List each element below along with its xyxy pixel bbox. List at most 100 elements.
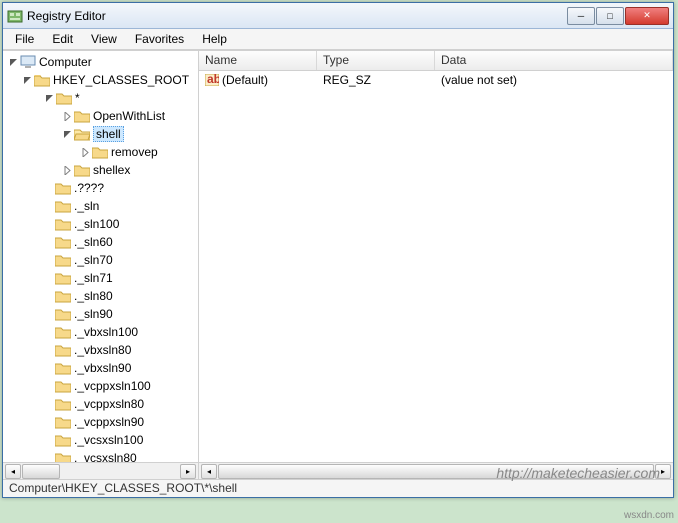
tree-label: ._vcsxsln80 — [74, 451, 137, 462]
window-controls: ─ □ ✕ — [567, 7, 669, 25]
tree-view[interactable]: Computer HKEY_CLASSES_ROOT * OpenWithLis… — [3, 51, 198, 462]
expand-icon[interactable] — [79, 146, 91, 158]
tree-label: ._vbxsln100 — [74, 325, 138, 339]
tree-node[interactable]: ._sln90 — [3, 305, 198, 323]
tree-node[interactable]: ._sln71 — [3, 269, 198, 287]
folder-icon — [92, 145, 108, 159]
col-type[interactable]: Type — [317, 51, 435, 70]
titlebar[interactable]: Registry Editor ─ □ ✕ — [3, 3, 673, 29]
col-name[interactable]: Name — [199, 51, 317, 70]
list-body[interactable]: ab(Default) REG_SZ (value not set) — [199, 71, 673, 462]
folder-icon — [74, 109, 90, 123]
window-title: Registry Editor — [27, 9, 567, 23]
status-bar: Computer\HKEY_CLASSES_ROOT\*\shell — [3, 479, 673, 497]
folder-icon — [55, 181, 71, 195]
tree-label: HKEY_CLASSES_ROOT — [53, 73, 189, 87]
collapse-icon[interactable] — [21, 74, 33, 86]
expand-icon[interactable] — [61, 110, 73, 122]
app-icon — [7, 8, 23, 24]
folder-icon — [55, 289, 71, 303]
tree-hscrollbar[interactable]: ◂ ▸ — [3, 462, 198, 479]
menu-help[interactable]: Help — [194, 30, 235, 48]
tree-node[interactable]: ._vcppxsln90 — [3, 413, 198, 431]
folder-icon — [55, 235, 71, 249]
menu-favorites[interactable]: Favorites — [127, 30, 192, 48]
scroll-left-button[interactable]: ◂ — [201, 464, 217, 479]
tree-label: .???? — [74, 181, 104, 195]
tree-node[interactable]: ._sln — [3, 197, 198, 215]
scroll-right-button[interactable]: ▸ — [180, 464, 196, 479]
tree-node[interactable]: ._sln80 — [3, 287, 198, 305]
svg-text:ab: ab — [207, 74, 219, 86]
folder-icon — [55, 433, 71, 447]
tree-node[interactable]: ._vbxsln80 — [3, 341, 198, 359]
tree-label: ._sln60 — [74, 235, 113, 249]
tree-label: * — [75, 91, 80, 105]
folder-icon — [34, 73, 50, 87]
tree-node[interactable]: ._sln60 — [3, 233, 198, 251]
scroll-thumb[interactable] — [22, 464, 60, 479]
scroll-track[interactable] — [22, 464, 179, 479]
tree-label: shellex — [93, 163, 130, 177]
menu-view[interactable]: View — [83, 30, 125, 48]
collapse-icon[interactable] — [7, 56, 19, 68]
tree-pane: Computer HKEY_CLASSES_ROOT * OpenWithLis… — [3, 51, 199, 479]
tree-label: ._vcppxsln100 — [74, 379, 151, 393]
close-button[interactable]: ✕ — [625, 7, 669, 25]
tree-node-computer[interactable]: Computer — [3, 53, 198, 71]
folder-icon — [55, 397, 71, 411]
watermark-text: http://maketecheasier.com — [496, 465, 660, 481]
tree-node[interactable]: ._vcppxsln100 — [3, 377, 198, 395]
string-value-icon: ab — [205, 74, 219, 86]
tree-label: ._vbxsln90 — [74, 361, 131, 375]
cell-type: REG_SZ — [317, 73, 435, 87]
folder-icon — [55, 379, 71, 393]
tree-label: ._sln71 — [74, 271, 113, 285]
tree-label: ._vbxsln80 — [74, 343, 131, 357]
tree-label: removep — [111, 145, 158, 159]
list-row[interactable]: ab(Default) REG_SZ (value not set) — [199, 71, 673, 89]
tree-label: ._sln80 — [74, 289, 113, 303]
tree-node[interactable]: ._sln100 — [3, 215, 198, 233]
menu-edit[interactable]: Edit — [44, 30, 81, 48]
status-path: Computer\HKEY_CLASSES_ROOT\*\shell — [9, 481, 237, 495]
expand-icon[interactable] — [61, 164, 73, 176]
folder-icon — [55, 451, 71, 462]
tree-node[interactable]: ._vbxsln90 — [3, 359, 198, 377]
tree-node-star[interactable]: * — [3, 89, 198, 107]
list-header: Name Type Data — [199, 51, 673, 71]
col-data[interactable]: Data — [435, 51, 673, 70]
minimize-button[interactable]: ─ — [567, 7, 595, 25]
folder-icon — [74, 163, 90, 177]
tree-label: ._vcppxsln80 — [74, 397, 144, 411]
folder-icon — [55, 253, 71, 267]
tree-node[interactable]: OpenWithList — [3, 107, 198, 125]
tree-node[interactable]: ._sln70 — [3, 251, 198, 269]
folder-icon — [55, 271, 71, 285]
menu-file[interactable]: File — [7, 30, 42, 48]
tree-label: Computer — [39, 55, 92, 69]
tree-node-hkcr[interactable]: HKEY_CLASSES_ROOT — [3, 71, 198, 89]
folder-icon — [55, 415, 71, 429]
tree-node-shell[interactable]: shell — [3, 125, 198, 143]
collapse-icon[interactable] — [43, 92, 55, 104]
cell-name-text: (Default) — [222, 73, 268, 87]
tree-node[interactable]: removep — [3, 143, 198, 161]
tree-node[interactable]: ._vcsxsln80 — [3, 449, 198, 462]
tree-label: ._vcsxsln100 — [74, 433, 143, 447]
registry-editor-window: Registry Editor ─ □ ✕ File Edit View Fav… — [2, 2, 674, 498]
tree-node[interactable]: ._vbxsln100 — [3, 323, 198, 341]
tree-node[interactable]: ._vcppxsln80 — [3, 395, 198, 413]
collapse-icon[interactable] — [61, 128, 73, 140]
folder-icon — [55, 307, 71, 321]
maximize-button[interactable]: □ — [596, 7, 624, 25]
attribution-text: wsxdn.com — [624, 510, 674, 521]
folder-icon — [56, 91, 72, 105]
tree-node[interactable]: ._vcsxsln100 — [3, 431, 198, 449]
folder-icon — [55, 343, 71, 357]
tree-node[interactable]: .???? — [3, 179, 198, 197]
folder-icon — [55, 325, 71, 339]
scroll-left-button[interactable]: ◂ — [5, 464, 21, 479]
computer-icon — [20, 55, 36, 69]
tree-node[interactable]: shellex — [3, 161, 198, 179]
